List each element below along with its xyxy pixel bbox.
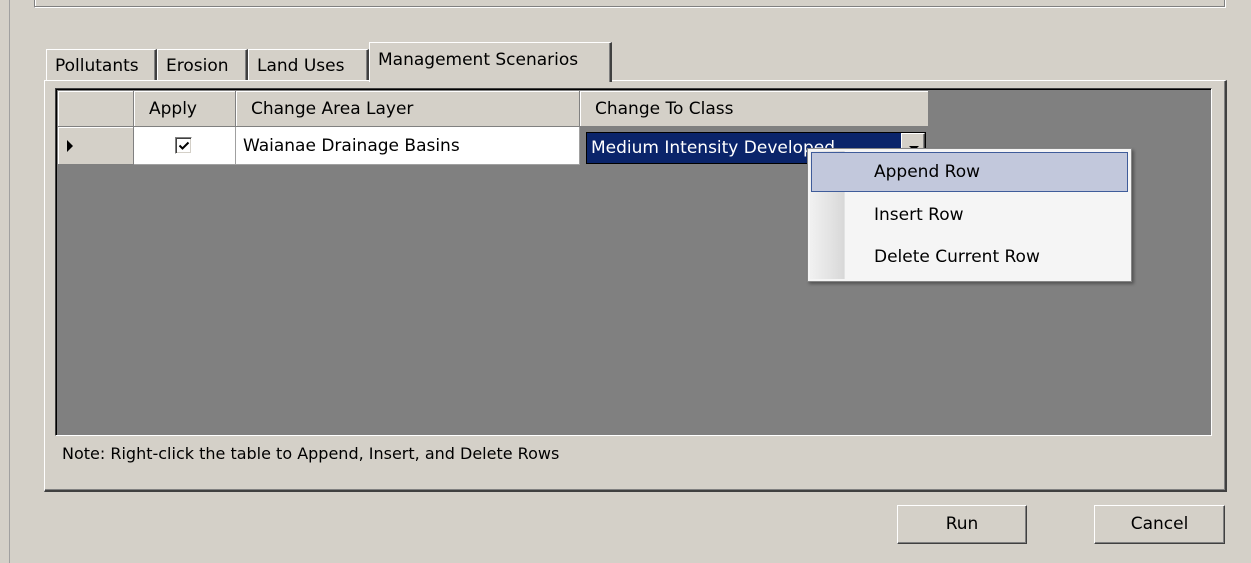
current-row-pointer-icon: [67, 140, 73, 152]
column-header-change-area-layer[interactable]: Change Area Layer: [236, 91, 580, 127]
column-header-apply[interactable]: Apply: [134, 91, 236, 127]
apply-cell[interactable]: [134, 127, 236, 165]
grid-corner-header: [58, 91, 134, 127]
menu-item-delete-current-row[interactable]: Delete Current Row: [811, 237, 1128, 277]
window-left-edge: [0, 0, 10, 563]
cancel-button[interactable]: Cancel: [1094, 505, 1225, 544]
upper-group-frame: [34, 0, 1226, 8]
column-header-change-to-class[interactable]: Change To Class: [580, 91, 929, 127]
grid-note: Note: Right-click the table to Append, I…: [62, 444, 560, 463]
grid-context-menu: Append Row Insert Row Delete Current Row: [807, 148, 1132, 282]
checkmark-icon: [178, 141, 190, 150]
apply-checkbox[interactable]: [175, 137, 192, 154]
menu-item-insert-row[interactable]: Insert Row: [811, 195, 1128, 235]
tab-management-scenarios[interactable]: Management Scenarios: [369, 42, 612, 82]
tab-pollutants[interactable]: Pollutants: [46, 49, 157, 81]
menu-item-append-row[interactable]: Append Row: [811, 152, 1128, 192]
combobox-selected-value: Medium Intensity Developed: [591, 138, 836, 158]
tab-land-uses[interactable]: Land Uses: [248, 49, 369, 81]
change-area-layer-cell[interactable]: Waianae Drainage Basins: [236, 127, 580, 165]
run-button[interactable]: Run: [897, 505, 1027, 544]
tab-erosion[interactable]: Erosion: [157, 49, 248, 81]
row-header-current[interactable]: [58, 127, 134, 165]
